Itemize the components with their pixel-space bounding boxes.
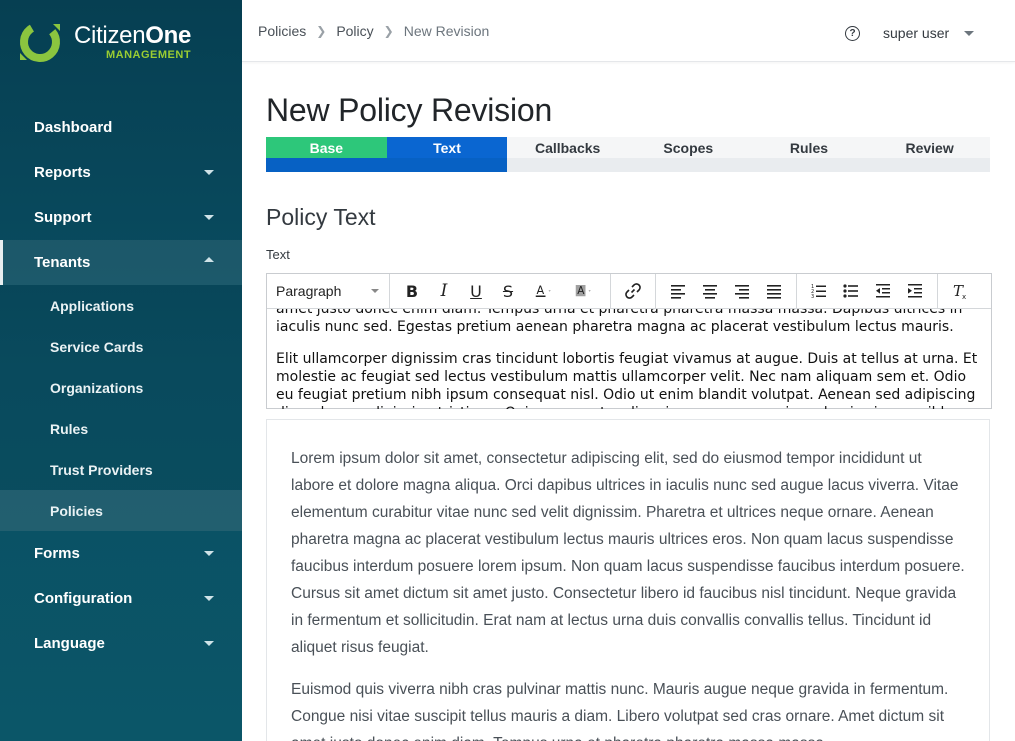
indent-icon[interactable] [899, 277, 931, 305]
background-color-icon[interactable]: A [564, 277, 604, 305]
italic-icon[interactable]: I [428, 277, 460, 305]
bold-icon[interactable]: B [396, 277, 428, 305]
sidebar-nav: Dashboard Reports Support Tenants Applic… [0, 105, 242, 666]
step-scopes[interactable]: Scopes [627, 137, 749, 172]
caret-down-icon [204, 215, 214, 220]
sidebar-item-label: Forms [34, 545, 80, 562]
caret-down-icon [204, 551, 214, 556]
align-left-icon[interactable] [662, 277, 694, 305]
caret-down-icon [204, 641, 214, 646]
step-label: Base [266, 137, 387, 158]
editor-line: amet justo donec enim diam. Tempus urna … [276, 309, 963, 317]
sidebar-item-label: Reports [34, 164, 91, 181]
editor-paragraph: amet justo donec enim diam. Tempus urna … [276, 309, 981, 336]
sidebar-item-tenants[interactable]: Tenants [0, 240, 242, 285]
brand-subtitle: MANAGEMENT [105, 49, 192, 61]
step-label: Review [869, 137, 990, 158]
caret-down-icon[interactable] [964, 31, 974, 36]
tenants-submenu: Applications Service Cards Organizations… [0, 285, 242, 531]
sidebar-item-label: Language [34, 635, 105, 652]
step-text[interactable]: Text [386, 137, 508, 172]
caret-down-icon [204, 170, 214, 175]
section-title: Policy Text [266, 204, 376, 230]
align-right-icon[interactable] [726, 277, 758, 305]
step-label: Text [386, 137, 508, 158]
outdent-icon[interactable] [867, 277, 899, 305]
user-menu[interactable]: super user [883, 25, 949, 41]
clear-formatting-icon[interactable]: Tx [944, 277, 976, 305]
editor-line: iaculis nunc sed. Egestas pretium aenean… [276, 319, 954, 335]
editor-paragraph: Elit ullamcorper dignissim cras tincidun… [276, 351, 978, 409]
editor-content[interactable]: amet justo donec enim diam. Tempus urna … [267, 309, 991, 409]
brand-name-bold: One [145, 22, 192, 49]
sidebar-subitem-rules[interactable]: Rules [0, 408, 242, 449]
sidebar-item-language[interactable]: Language [0, 621, 242, 666]
breadcrumb-policies[interactable]: Policies [258, 23, 306, 39]
ordered-list-icon[interactable]: 123 [803, 277, 835, 305]
step-label: Rules [748, 137, 870, 158]
sidebar-item-label: Support [34, 209, 92, 226]
breadcrumb-policy[interactable]: Policy [336, 23, 373, 39]
sidebar-subitem-service-cards[interactable]: Service Cards [0, 326, 242, 367]
chevron-right-icon: ❯ [383, 24, 394, 38]
sidebar-item-forms[interactable]: Forms [0, 531, 242, 576]
citizenone-logo-icon [20, 22, 60, 62]
svg-text:A: A [577, 285, 585, 297]
strikethrough-icon[interactable]: S [492, 277, 524, 305]
block-format-select[interactable]: Paragraph [273, 283, 383, 299]
step-base[interactable]: Base [266, 137, 387, 172]
sidebar-item-configuration[interactable]: Configuration [0, 576, 242, 621]
text-field-label: Text [266, 247, 290, 262]
rich-text-editor[interactable]: Paragraph B I U S A A 1 2 3 T x amet jus… [266, 273, 992, 409]
breadcrumb-current: New Revision [403, 23, 490, 39]
sidebar-subitem-applications[interactable]: Applications [0, 285, 242, 326]
sidebar-item-label: Tenants [34, 254, 91, 271]
preview-paragraph: Lorem ipsum dolor sit amet, consectetur … [291, 450, 965, 656]
caret-down-icon [204, 596, 214, 601]
sidebar: CitizenOne MANAGEMENT Dashboard Reports … [0, 0, 242, 741]
page-title: New Policy Revision [266, 92, 553, 128]
sidebar-item-label: Configuration [34, 590, 133, 607]
sidebar-item-support[interactable]: Support [0, 195, 242, 240]
svg-text:3: 3 [811, 294, 814, 300]
sidebar-item-label: Dashboard [34, 119, 113, 136]
chevron-down-icon [371, 289, 379, 293]
brand-logo[interactable]: CitizenOne MANAGEMENT [16, 17, 191, 67]
sidebar-item-dashboard[interactable]: Dashboard [0, 105, 242, 150]
step-label: Callbacks [507, 137, 628, 158]
sidebar-subitem-trust-providers[interactable]: Trust Providers [0, 449, 242, 490]
svg-text:x: x [962, 293, 966, 300]
text-color-icon[interactable]: A [524, 277, 564, 305]
caret-up-icon [204, 257, 214, 262]
align-justify-icon[interactable] [758, 277, 790, 305]
bullet-list-icon[interactable] [835, 277, 867, 305]
top-header: Policies ❯ Policy ❯ New Revision ? super… [242, 0, 1015, 62]
help-icon[interactable]: ? [845, 26, 860, 41]
align-center-icon[interactable] [694, 277, 726, 305]
step-callbacks[interactable]: Callbacks [507, 137, 628, 172]
svg-text:A: A [537, 284, 545, 297]
block-format-value: Paragraph [276, 283, 342, 299]
brand-text: CitizenOne MANAGEMENT [74, 22, 192, 62]
step-rules[interactable]: Rules [748, 137, 870, 172]
step-review[interactable]: Review [869, 137, 990, 172]
preview-paragraph: Euismod quis viverra nibh cras pulvinar … [291, 681, 949, 741]
brand-name-main: Citizen [74, 22, 146, 49]
text-preview: Lorem ipsum dolor sit amet, consectetur … [266, 419, 990, 741]
editor-toolbar: Paragraph B I U S A A 1 2 3 T x [267, 273, 991, 309]
link-icon[interactable] [617, 277, 649, 305]
sidebar-item-reports[interactable]: Reports [0, 150, 242, 195]
sidebar-subitem-policies[interactable]: Policies [0, 490, 242, 531]
underline-icon[interactable]: U [460, 277, 492, 305]
wizard-steps: Base Text Callbacks Scopes Rules Review [266, 137, 990, 172]
sidebar-subitem-organizations[interactable]: Organizations [0, 367, 242, 408]
breadcrumb: Policies ❯ Policy ❯ New Revision [258, 23, 489, 39]
step-label: Scopes [627, 137, 749, 158]
chevron-right-icon: ❯ [316, 24, 327, 38]
